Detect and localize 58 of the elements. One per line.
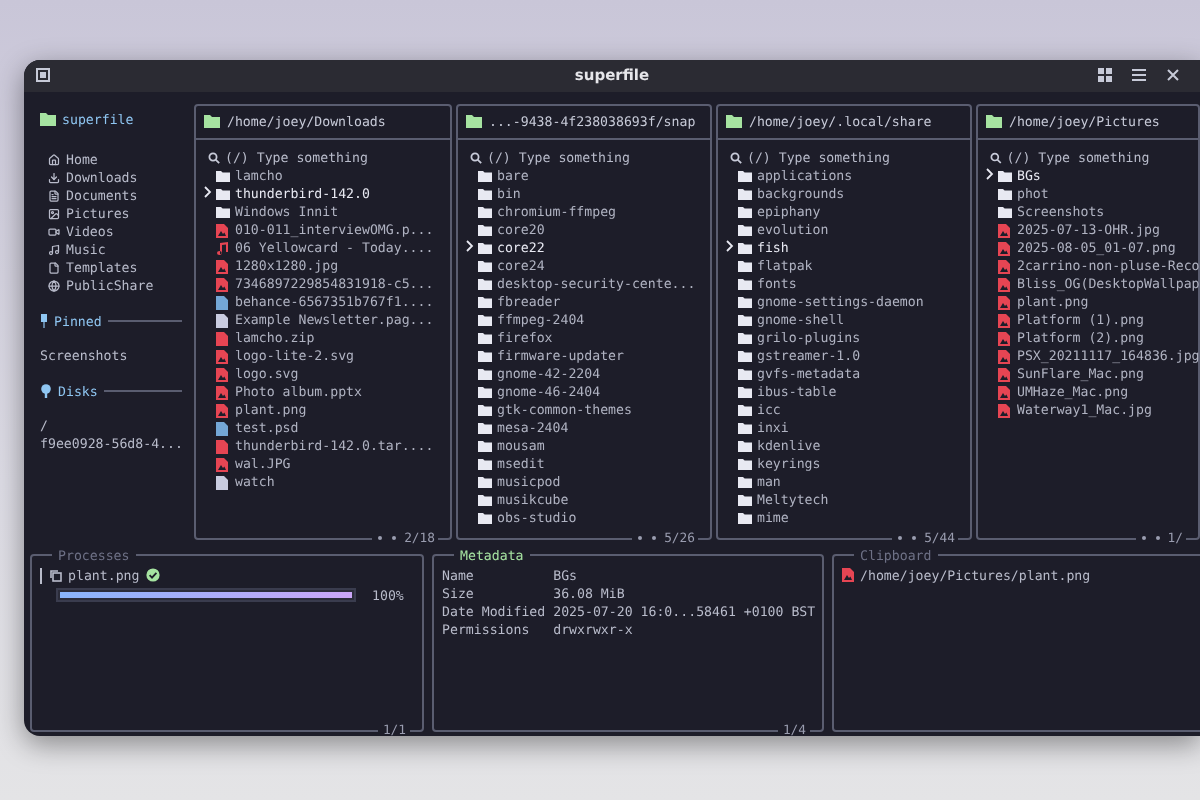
image-file-icon [998, 403, 1011, 418]
image-file-icon [216, 259, 229, 274]
music-icon [48, 244, 60, 257]
copy-icon [50, 569, 62, 582]
folder-icon [986, 114, 1003, 129]
image-file-icon [216, 385, 229, 400]
image-file-icon [216, 349, 229, 364]
image-file-icon [216, 223, 229, 238]
image-file-icon [998, 277, 1011, 292]
cursor-icon [466, 240, 475, 253]
document-icon [48, 190, 60, 203]
dot-icon [1153, 533, 1162, 542]
pin-icon [40, 314, 48, 329]
dot-icon [910, 533, 919, 542]
image-file-icon [998, 259, 1011, 274]
image-file-icon [216, 277, 229, 292]
download-icon [48, 172, 60, 185]
video-icon [48, 226, 60, 239]
search-icon [990, 152, 1003, 165]
dot-icon [636, 533, 645, 542]
image-file-icon [998, 367, 1011, 382]
image-file-icon [216, 403, 229, 418]
search-icon [208, 152, 221, 165]
app-icon [36, 68, 50, 83]
image-file-icon [216, 367, 229, 382]
image-file-icon [998, 331, 1011, 346]
image-file-icon [998, 241, 1011, 256]
dot-icon [650, 533, 659, 542]
folder-icon [204, 114, 221, 129]
folder-icon [466, 114, 483, 129]
cursor-icon [986, 168, 995, 181]
image-file-icon [216, 457, 229, 472]
template-icon [48, 262, 60, 275]
dot-icon [1139, 533, 1148, 542]
search-icon [470, 152, 483, 165]
picture-icon [48, 208, 60, 221]
cursor-icon [204, 186, 213, 199]
file-icon [216, 475, 229, 490]
image-file-icon [998, 223, 1011, 238]
cursor-icon [726, 240, 735, 253]
image-file-icon [998, 385, 1011, 400]
music-note-icon [216, 241, 229, 256]
globe-icon [48, 280, 60, 293]
home-icon [48, 154, 60, 167]
folder-icon [40, 112, 56, 127]
image-file-icon [998, 313, 1011, 328]
dot-icon [896, 533, 905, 542]
image-file-icon [842, 568, 854, 583]
folder-icon [726, 114, 743, 129]
image-file-icon [998, 349, 1011, 364]
dot-icon [376, 533, 385, 542]
dot-icon [390, 533, 399, 542]
close-icon[interactable] [1166, 68, 1180, 83]
search-icon [730, 152, 743, 165]
image-file-icon [998, 295, 1011, 310]
disk-icon [40, 384, 52, 399]
menu-icon[interactable] [1132, 68, 1146, 83]
grid-icon[interactable] [1098, 68, 1112, 83]
